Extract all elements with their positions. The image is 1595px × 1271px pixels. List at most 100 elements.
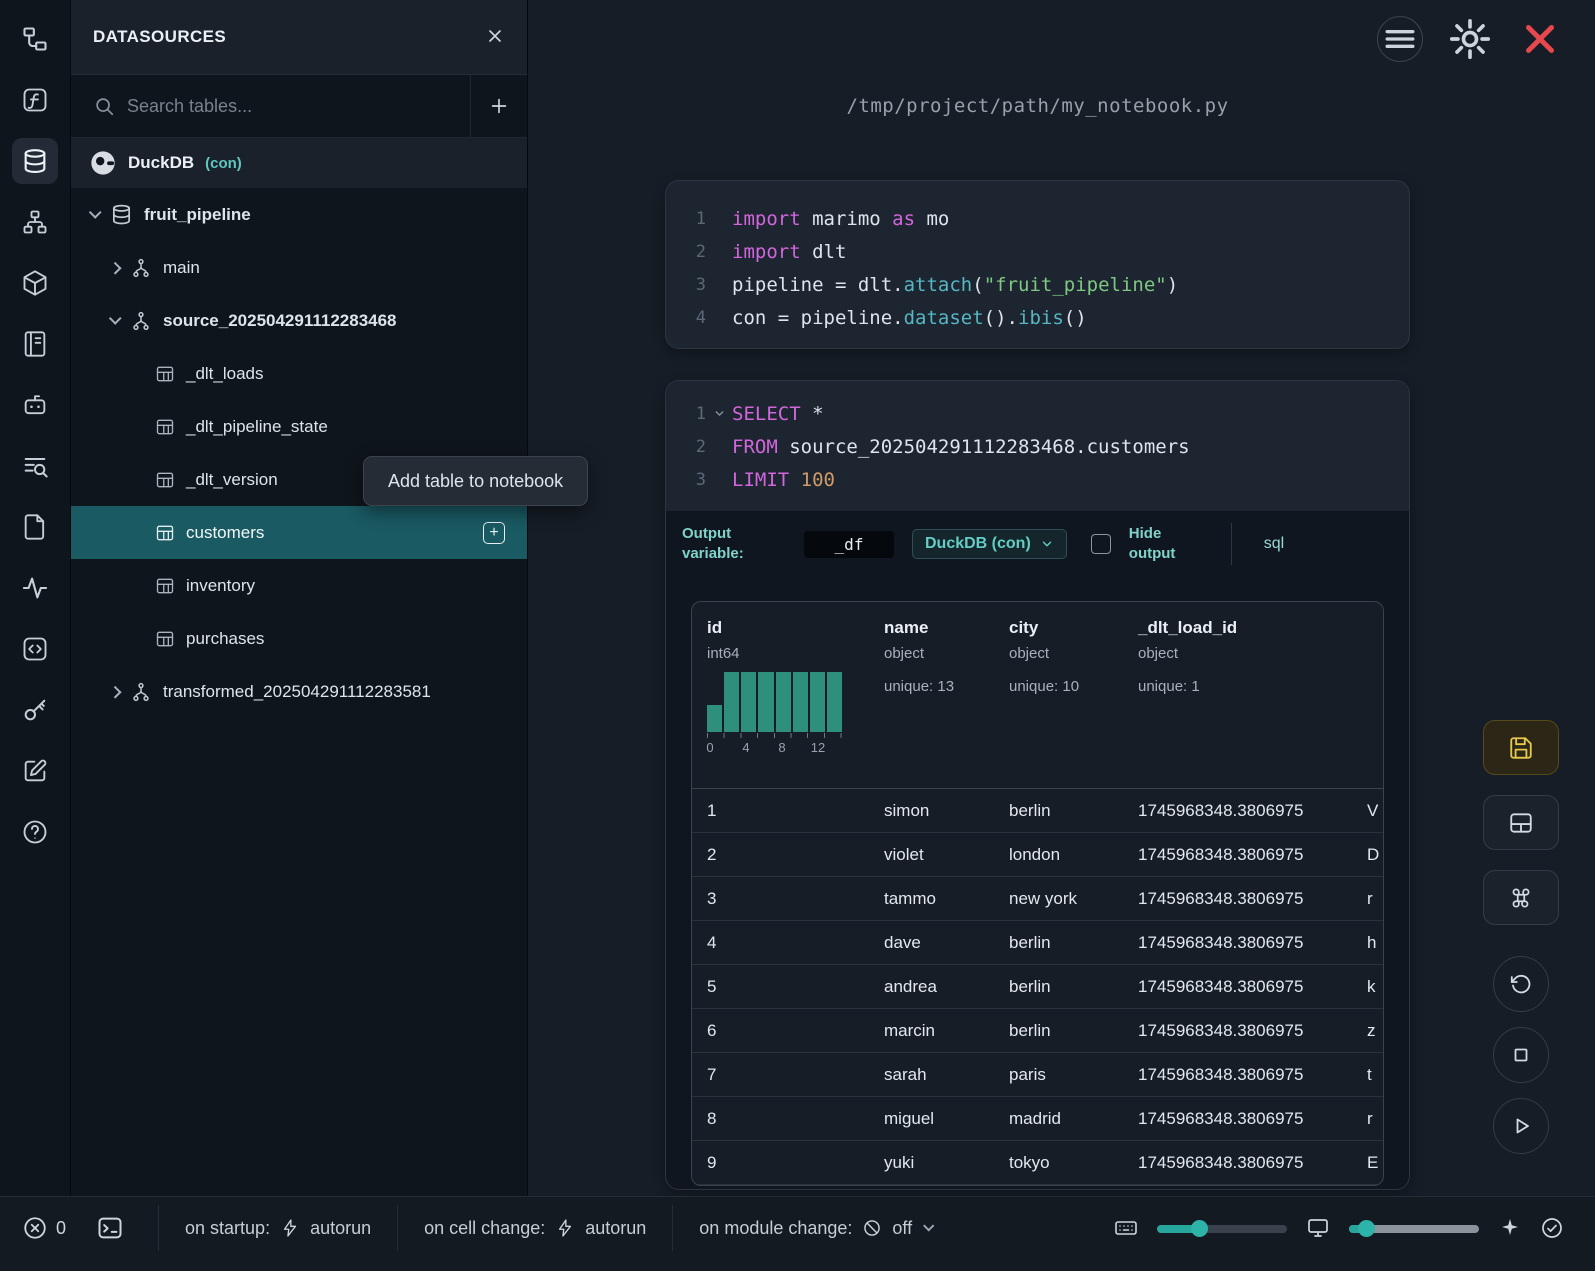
activity-dependencies[interactable] — [12, 199, 58, 245]
undo-button[interactable] — [1493, 956, 1549, 1012]
tree-item-transformed_202504291112283581[interactable]: transformed_202504291112283581 — [71, 665, 527, 718]
status-ok-icon[interactable] — [1540, 1216, 1564, 1240]
tree-item-customers[interactable]: customers+ — [71, 506, 527, 559]
table-row[interactable]: 2violetlondon1745968348.3806975D — [692, 833, 1383, 877]
config-on-module-change[interactable]: on module change:off — [699, 1218, 932, 1239]
display-icon[interactable] — [1306, 1216, 1330, 1240]
menu-button[interactable] — [1377, 16, 1423, 62]
notebook-area: /tmp/project/path/my_notebook.py 1import… — [528, 0, 1595, 1196]
app-close-button[interactable] — [1517, 16, 1563, 62]
code-editor[interactable]: 1import marimo as mo2import dlt3pipeline… — [666, 202, 1409, 334]
language-label[interactable]: sql — [1264, 535, 1284, 553]
activity-files[interactable] — [12, 504, 58, 550]
tree-item-fruit_pipeline[interactable]: fruit_pipeline — [71, 188, 527, 241]
output-variable-input[interactable]: _df — [804, 531, 894, 558]
column-header-city[interactable]: cityobjectunique: 10 — [994, 602, 1123, 788]
fold-chevron-icon[interactable] — [713, 407, 726, 420]
activity-snippets[interactable] — [12, 626, 58, 672]
top-actions — [1377, 16, 1563, 62]
tree-item-_dlt_loads[interactable]: _dlt_loads — [71, 347, 527, 400]
activity-documentation[interactable] — [12, 321, 58, 367]
table-row[interactable]: 7sarahparis1745968348.3806975t — [692, 1053, 1383, 1097]
tree-item-purchases[interactable]: purchases — [71, 612, 527, 665]
run-button[interactable] — [1493, 1098, 1549, 1154]
layout-button[interactable] — [1483, 795, 1559, 850]
tree-item-_dlt_version[interactable]: _dlt_version — [71, 453, 527, 506]
app-window: DATASOURCES DuckDB (con) fruit_pipelinem… — [0, 0, 1595, 1271]
table-row[interactable]: 1simonberlin1745968348.3806975V — [692, 789, 1383, 833]
tree-item-_dlt_pipeline_state[interactable]: _dlt_pipeline_state — [71, 400, 527, 453]
chevron-down-icon — [89, 206, 102, 219]
config-on-startup[interactable]: on startup:autorun — [185, 1218, 371, 1239]
table-header-row: idint6404812nameobjectunique: 13cityobje… — [692, 602, 1383, 789]
terminal-icon — [96, 1214, 124, 1242]
table-icon — [155, 629, 175, 649]
tree-item-label: inventory — [186, 576, 255, 596]
engine-dropdown[interactable]: DuckDB (con) — [912, 529, 1067, 559]
database-icon — [21, 147, 49, 175]
hide-output-checkbox[interactable] — [1091, 534, 1111, 554]
keyboard-icon[interactable] — [1114, 1216, 1138, 1240]
code-line[interactable]: 1import marimo as mo — [666, 202, 1409, 235]
line-number: 3 — [666, 275, 706, 295]
display-size-slider[interactable] — [1349, 1220, 1479, 1237]
add-datasource-button[interactable] — [470, 75, 527, 137]
tree-item-source_202504291112283468[interactable]: source_202504291112283468 — [71, 294, 527, 347]
table-row[interactable]: 8miguelmadrid1745968348.3806975r — [692, 1097, 1383, 1141]
add-table-button[interactable]: + — [483, 522, 505, 544]
search-tables-input[interactable] — [115, 96, 470, 117]
table-row[interactable]: 4daveberlin1745968348.3806975h — [692, 921, 1383, 965]
tree-item-label: _dlt_loads — [186, 364, 264, 384]
table-row[interactable]: 3tammonew york1745968348.3806975r — [692, 877, 1383, 921]
code-line[interactable]: 3LIMIT 100 — [666, 463, 1409, 496]
table-icon — [155, 576, 175, 596]
activity-packages[interactable] — [12, 260, 58, 306]
code-cell-sql[interactable]: 1SELECT *2FROM source_202504291112283468… — [665, 380, 1410, 1190]
column-header-name[interactable]: nameobjectunique: 13 — [869, 602, 994, 788]
config-on-cell-change[interactable]: on cell change:autorun — [424, 1218, 646, 1239]
table-row[interactable]: 6marcinberlin1745968348.3806975z — [692, 1009, 1383, 1053]
activity-file-tree[interactable] — [12, 16, 58, 62]
tree-item-label: source_202504291112283468 — [163, 311, 397, 331]
output-variable-label: Output variable: — [682, 524, 786, 565]
activity-secrets[interactable] — [12, 687, 58, 733]
terminal-button[interactable] — [96, 1214, 124, 1242]
command-palette-button[interactable] — [1483, 870, 1559, 925]
datasources-panel: DATASOURCES DuckDB (con) fruit_pipelinem… — [71, 0, 528, 1196]
column-header-id[interactable]: idint6404812 — [692, 602, 869, 788]
activity-scratchpad[interactable] — [12, 748, 58, 794]
activity-functions[interactable] — [12, 77, 58, 123]
tree-item-main[interactable]: main — [71, 241, 527, 294]
activity-ai-assistant[interactable] — [12, 382, 58, 428]
code-cell-setup[interactable]: 1import marimo as mo2import dlt3pipeline… — [665, 180, 1410, 349]
notebook-path: /tmp/project/path/my_notebook.py — [665, 95, 1410, 117]
connection-row-duckdb[interactable]: DuckDB (con) — [71, 138, 527, 188]
table-row[interactable]: 9yukitokyo1745968348.3806975E — [692, 1141, 1383, 1185]
activity-help[interactable] — [12, 809, 58, 855]
activity-datasources[interactable] — [12, 138, 58, 184]
stop-button[interactable] — [1493, 1027, 1549, 1083]
error-counter[interactable]: 0 — [22, 1215, 66, 1241]
plus-icon — [488, 95, 510, 117]
code-line[interactable]: 1SELECT * — [666, 397, 1409, 430]
column-header-clipped[interactable] — [1352, 602, 1383, 788]
connection-name: DuckDB — [128, 153, 194, 173]
duckdb-logo-icon — [89, 149, 117, 177]
panel-close-button[interactable] — [485, 26, 505, 49]
sparkle-icon[interactable] — [1498, 1216, 1522, 1240]
line-number: 4 — [666, 308, 706, 328]
keyboard-size-slider[interactable] — [1157, 1220, 1287, 1237]
save-button[interactable] — [1483, 720, 1559, 775]
code-line[interactable]: 2import dlt — [666, 235, 1409, 268]
column-header-_dlt_load_id[interactable]: _dlt_load_idobjectunique: 1 — [1123, 602, 1352, 788]
code-line[interactable]: 2FROM source_202504291112283468.customer… — [666, 430, 1409, 463]
settings-button[interactable] — [1447, 16, 1493, 62]
code-line[interactable]: 3pipeline = dlt.attach("fruit_pipeline") — [666, 268, 1409, 301]
tree-item-inventory[interactable]: inventory — [71, 559, 527, 612]
x-icon — [485, 26, 505, 46]
activity-tracing[interactable] — [12, 565, 58, 611]
code-line[interactable]: 4con = pipeline.dataset().ibis() — [666, 301, 1409, 334]
sql-editor[interactable]: 1SELECT *2FROM source_202504291112283468… — [666, 381, 1409, 511]
activity-variables[interactable] — [12, 443, 58, 489]
table-row[interactable]: 5andreaberlin1745968348.3806975k — [692, 965, 1383, 1009]
